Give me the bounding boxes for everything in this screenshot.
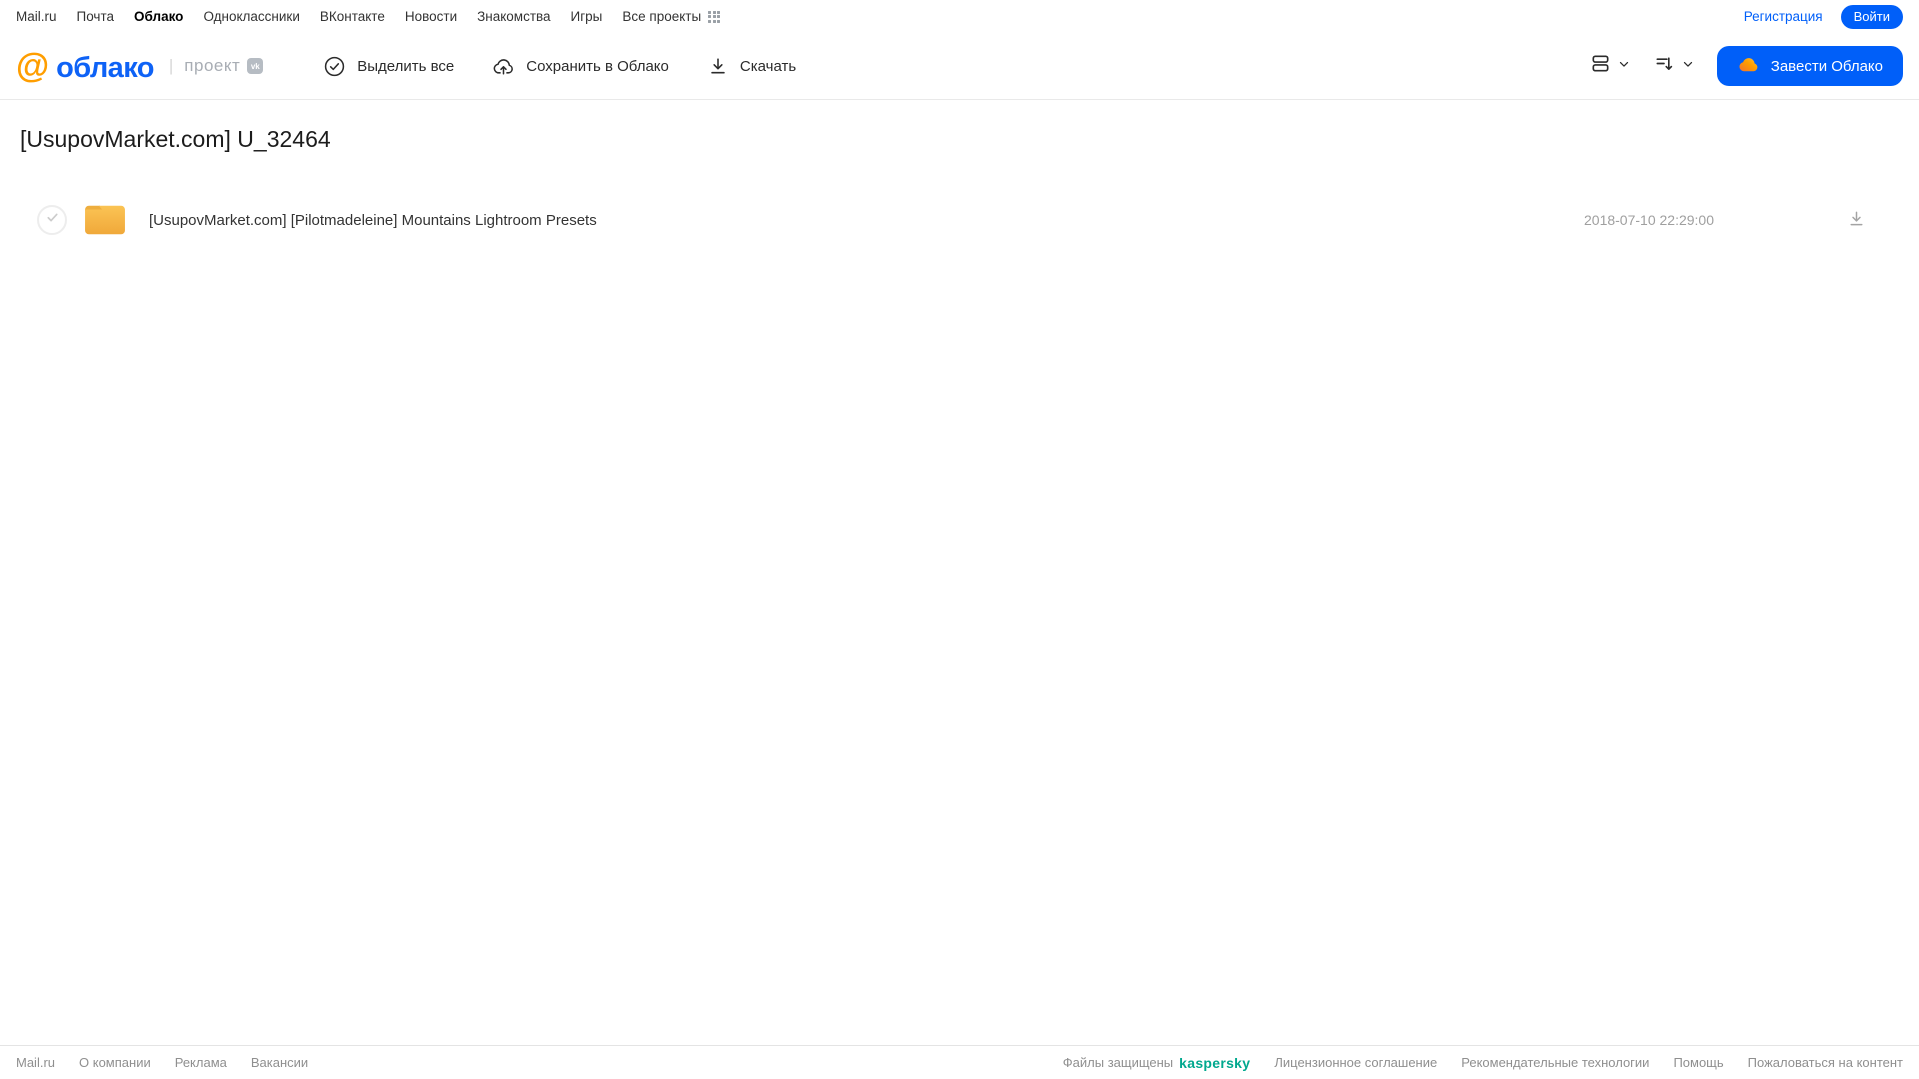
portal-nav: Mail.ru Почта Облако Одноклассники ВКонт… bbox=[0, 0, 1919, 33]
footer-link-report-content[interactable]: Пожаловаться на контент bbox=[1748, 1055, 1903, 1070]
portal-nav-links: Mail.ru Почта Облако Одноклассники ВКонт… bbox=[16, 9, 721, 24]
download-icon bbox=[1846, 208, 1867, 232]
file-toolbar: Выделить все Сохранить в Облако Скачать bbox=[323, 55, 796, 78]
apps-grid-icon bbox=[708, 10, 721, 23]
download-label: Скачать bbox=[739, 57, 797, 75]
login-button[interactable]: Войти bbox=[1840, 4, 1903, 29]
registration-link[interactable]: Регистрация bbox=[1744, 9, 1823, 24]
orange-cloud-icon bbox=[1737, 53, 1760, 80]
cloud-logo-text: облако bbox=[56, 52, 154, 84]
save-to-cloud-button[interactable]: Сохранить в Облако bbox=[492, 55, 669, 78]
file-name-link[interactable]: [UsupovMarket.com] [Pilotmadeleine] Moun… bbox=[149, 212, 597, 229]
footer-link-company[interactable]: О компании bbox=[79, 1055, 151, 1070]
footer-link-ads[interactable]: Реклама bbox=[175, 1055, 227, 1070]
footer-link-mailru[interactable]: Mail.ru bbox=[16, 1055, 55, 1070]
nav-item-znakomstva[interactable]: Знакомства bbox=[477, 9, 550, 24]
footer-left-links: Mail.ru О компании Реклама Вакансии bbox=[16, 1055, 308, 1070]
nav-item-igry[interactable]: Игры bbox=[571, 9, 603, 24]
nav-item-oblako[interactable]: Облако bbox=[134, 9, 183, 24]
select-all-label: Выделить все bbox=[357, 57, 455, 75]
get-cloud-label: Завести Облако bbox=[1770, 57, 1883, 75]
check-circle-icon bbox=[323, 55, 346, 78]
row-download-button[interactable] bbox=[1846, 208, 1867, 232]
cloud-header: @ облако | проект vk Выделить все Сохран… bbox=[0, 33, 1919, 100]
nav-item-all-projects[interactable]: Все проекты bbox=[622, 9, 721, 24]
download-button[interactable]: Скачать bbox=[707, 55, 796, 77]
all-projects-label: Все проекты bbox=[622, 9, 702, 24]
check-icon bbox=[45, 210, 60, 230]
nav-item-mailru[interactable]: Mail.ru bbox=[16, 9, 57, 24]
cloud-upload-icon bbox=[492, 55, 515, 78]
footer-link-jobs[interactable]: Вакансии bbox=[251, 1055, 308, 1070]
page-title: [UsupovMarket.com] U_32464 bbox=[20, 126, 331, 152]
footer-link-recommendation-tech[interactable]: Рекомендательные технологии bbox=[1461, 1055, 1649, 1070]
chevron-down-icon bbox=[1681, 57, 1695, 76]
project-label: проект bbox=[184, 56, 241, 75]
footer-right-links: Файлы защищены kaspersky Лицензионное со… bbox=[1063, 1055, 1903, 1071]
vk-icon: vk bbox=[247, 58, 264, 74]
save-to-cloud-label: Сохранить в Облако bbox=[526, 57, 669, 75]
select-all-button[interactable]: Выделить все bbox=[323, 55, 454, 78]
portal-nav-auth: Регистрация Войти bbox=[1744, 4, 1903, 29]
kaspersky-logo[interactable]: kaspersky bbox=[1179, 1055, 1250, 1071]
header-right-controls: Завести Облако bbox=[1589, 46, 1903, 86]
row-checkbox[interactable] bbox=[37, 205, 67, 235]
chevron-down-icon bbox=[1617, 57, 1631, 76]
sort-control[interactable] bbox=[1653, 52, 1695, 80]
cloud-logo[interactable]: @ облако | проект vk bbox=[16, 47, 264, 85]
nav-item-vkontakte[interactable]: ВКонтакте bbox=[320, 9, 385, 24]
protected-label: Файлы защищены bbox=[1062, 1055, 1174, 1070]
logo-divider: | bbox=[168, 56, 174, 75]
footer-link-license[interactable]: Лицензионное соглашение bbox=[1274, 1055, 1437, 1070]
view-mode-control[interactable] bbox=[1589, 52, 1631, 80]
page-footer: Mail.ru О компании Реклама Вакансии Файл… bbox=[0, 1045, 1919, 1079]
get-cloud-button[interactable]: Завести Облако bbox=[1716, 46, 1903, 86]
folder-content: [UsupovMarket.com] U_32464 [UsupovMarket… bbox=[0, 126, 1919, 245]
file-date: 2018-07-10 22:29:00 bbox=[1584, 212, 1714, 228]
footer-link-help[interactable]: Помощь bbox=[1673, 1055, 1723, 1070]
nav-item-pochta[interactable]: Почта bbox=[77, 9, 115, 24]
file-row[interactable]: [UsupovMarket.com] [Pilotmadeleine] Moun… bbox=[20, 195, 1899, 245]
kaspersky-protection: Файлы защищены kaspersky bbox=[1063, 1055, 1251, 1071]
list-view-icon bbox=[1589, 52, 1612, 80]
sort-icon bbox=[1653, 52, 1676, 80]
folder-icon bbox=[82, 201, 128, 239]
mailru-at-icon: @ bbox=[16, 47, 50, 85]
nav-item-odnoklassniki[interactable]: Одноклассники bbox=[203, 9, 299, 24]
nav-item-novosti[interactable]: Новости bbox=[405, 9, 457, 24]
download-icon bbox=[707, 55, 729, 77]
